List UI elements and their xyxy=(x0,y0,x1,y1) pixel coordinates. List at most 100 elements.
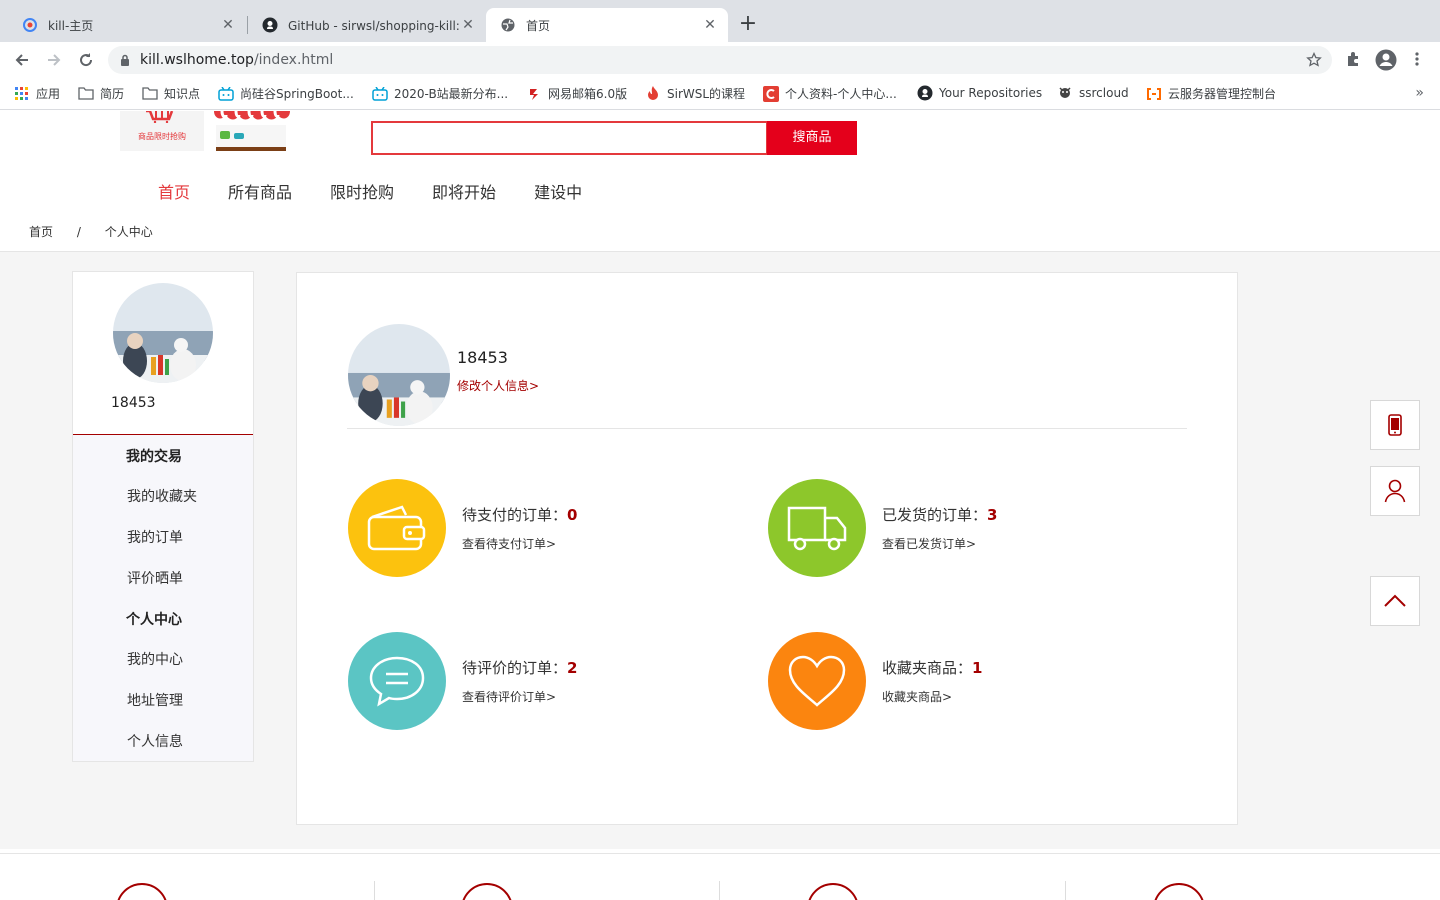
search-input[interactable] xyxy=(371,121,768,155)
lock-icon xyxy=(120,54,130,66)
bookmark-springboot[interactable]: 尚硅谷SpringBoot... xyxy=(218,85,354,102)
bilibili-icon xyxy=(372,86,388,102)
pending-payment-label: 待支付的订单：0 xyxy=(462,506,578,524)
github-icon xyxy=(262,17,278,33)
footer-service-icon xyxy=(807,883,859,900)
browser-tab-active[interactable]: 首页 ✕ xyxy=(486,8,728,42)
footer-separator xyxy=(374,881,375,900)
bilibili-icon xyxy=(218,86,234,102)
stat-pending-payment: 待支付的订单：0 查看待支付订单> xyxy=(348,479,708,579)
personal-center-card: 18453 修改个人信息> 待支付的订单：0 查看待支付订单> 已发货的订单：3… xyxy=(296,272,1238,825)
nav-item-coming-soon[interactable]: 即将开始 xyxy=(432,179,496,203)
nav-item-home[interactable]: 首页 xyxy=(158,179,190,203)
bookmark-label: 云服务器管理控制台 xyxy=(1168,87,1277,101)
browser-tab-kill-home[interactable]: kill-主页 ✕ xyxy=(8,8,246,42)
breadcrumb-current: 个人中心 xyxy=(104,225,153,239)
browser-tab-github[interactable]: GitHub - sirwsl/shopping-kill: 基 ✕ xyxy=(248,8,486,42)
footer-service-icon xyxy=(116,883,168,900)
bookmark-your-repositories[interactable]: Your Repositories xyxy=(917,85,1042,101)
view-pending-review-link[interactable]: 查看待评价订单> xyxy=(462,688,556,705)
close-icon[interactable]: ✕ xyxy=(220,17,236,33)
sidebar-item-reviews[interactable]: 评价晒单 xyxy=(127,568,307,588)
browser-toolbar: kill.wslhome.top/index.html xyxy=(0,42,1440,78)
bookmark-label: 应用 xyxy=(36,87,61,101)
comment-icon xyxy=(348,632,446,730)
kill-favicon-icon xyxy=(22,17,38,33)
bookmark-ssrcloud[interactable]: ssrcloud xyxy=(1057,85,1129,101)
nav-item-flash-sale[interactable]: 限时抢购 xyxy=(330,179,394,203)
favorites-label: 收藏夹商品：1 xyxy=(882,659,983,677)
menu-kebab-icon[interactable] xyxy=(1414,51,1420,71)
forward-arrow-icon[interactable] xyxy=(42,48,66,72)
bookmark-label: Your Repositories xyxy=(939,86,1043,100)
breadcrumb-home-link[interactable]: 首页 xyxy=(29,225,53,239)
bookmark-label: 尚硅谷SpringBoot... xyxy=(240,87,354,101)
bookmark-bilibili-distributed[interactable]: 2020-B站最新分布... xyxy=(372,85,508,102)
sidebar-item-favorites[interactable]: 我的收藏夹 xyxy=(127,486,307,506)
sidebar-item-my-center[interactable]: 我的中心 xyxy=(127,649,307,669)
bookmark-aliyun-console[interactable]: 云服务器管理控制台 xyxy=(1146,85,1276,102)
nav-item-under-construction[interactable]: 建设中 xyxy=(534,179,582,203)
folder-icon xyxy=(142,86,158,102)
footer-service-icon xyxy=(1153,883,1205,900)
aliyun-icon xyxy=(1146,86,1162,102)
profile-username: 18453 xyxy=(457,348,508,367)
sidebar-group-my-transactions: 我的交易 xyxy=(126,449,182,465)
shipped-label: 已发货的订单：3 xyxy=(882,506,998,524)
sidebar-item-personal-info[interactable]: 个人信息 xyxy=(127,731,307,751)
footer-service-icon xyxy=(461,883,513,900)
address-bar[interactable]: kill.wslhome.top/index.html xyxy=(108,46,1332,74)
bookmark-apps[interactable]: 应用 xyxy=(14,85,60,102)
stat-favorites: 收藏夹商品：1 收藏夹商品> xyxy=(768,632,1128,732)
view-pending-payment-link[interactable]: 查看待支付订单> xyxy=(462,535,556,552)
favorites-count: 1 xyxy=(972,659,983,677)
phone-icon[interactable] xyxy=(1370,400,1420,450)
breadcrumb-separator: / xyxy=(76,225,81,239)
bookmark-label: 简历 xyxy=(100,87,125,101)
url-path: /index.html xyxy=(253,52,334,68)
star-bookmark-icon[interactable] xyxy=(1306,51,1322,72)
bookmark-sirwsl-course[interactable]: SirWSL的课程 xyxy=(645,85,745,102)
extensions-puzzle-icon[interactable] xyxy=(1346,51,1362,71)
bookmarks-overflow-chevron-icon[interactable]: » xyxy=(1415,85,1424,101)
sidebar-item-my-orders[interactable]: 我的订单 xyxy=(127,527,307,547)
view-favorites-link[interactable]: 收藏夹商品> xyxy=(882,688,952,705)
bookmark-label: SirWSL的课程 xyxy=(667,87,746,101)
edit-profile-link[interactable]: 修改个人信息> xyxy=(457,377,539,394)
avatar xyxy=(348,324,450,426)
bookmark-profile-center[interactable]: 个人资料-个人中心... xyxy=(763,85,897,102)
bookmark-knowledge-folder[interactable]: 知识点 xyxy=(142,85,200,102)
shipped-count: 3 xyxy=(987,506,998,524)
back-to-top-icon[interactable] xyxy=(1370,576,1420,626)
user-sidebar: 18453 我的交易 我的收藏夹 我的订单 评价晒单 个人中心 我的中心 地址管… xyxy=(72,271,254,762)
apps-grid-icon xyxy=(14,86,30,102)
storefront-icon xyxy=(214,111,290,151)
tab-title: 首页 xyxy=(526,18,551,33)
bookmark-netease-mail[interactable]: 网易邮箱6.0版 xyxy=(526,85,627,102)
user-icon[interactable] xyxy=(1370,466,1420,516)
bookmark-label: ssrcloud xyxy=(1079,86,1129,100)
view-shipped-link[interactable]: 查看已发货订单> xyxy=(882,535,976,552)
web-page: 商品限时抢购 搜商品 首页 所有商品 限时抢购 即将开始 建设中 首页 / 个人… xyxy=(0,111,1440,900)
url-host: kill.wslhome.top xyxy=(140,52,254,68)
folder-icon xyxy=(78,86,94,102)
sidebar-group-personal-center: 个人中心 xyxy=(126,612,182,628)
close-icon[interactable]: ✕ xyxy=(702,17,718,33)
shopping-cart-icon xyxy=(146,111,174,123)
bookmark-resume-folder[interactable]: 简历 xyxy=(78,85,124,102)
close-icon[interactable]: ✕ xyxy=(460,17,476,33)
nav-item-all-products[interactable]: 所有商品 xyxy=(228,179,292,203)
back-arrow-icon[interactable] xyxy=(10,48,34,72)
new-tab-button[interactable]: + xyxy=(736,13,760,37)
wallet-icon xyxy=(348,479,446,577)
site-logo[interactable]: 商品限时抢购 xyxy=(120,111,204,151)
stat-shipped: 已发货的订单：3 查看已发货订单> xyxy=(768,479,1128,579)
profile-avatar-icon[interactable] xyxy=(1375,49,1397,75)
logo-text: 商品限时抢购 xyxy=(138,132,186,141)
sidebar-item-address[interactable]: 地址管理 xyxy=(127,690,307,710)
reload-icon[interactable] xyxy=(74,48,98,72)
globe-icon xyxy=(500,17,516,33)
bookmark-label: 知识点 xyxy=(164,87,201,101)
tab-title: kill-主页 xyxy=(48,18,94,33)
search-button[interactable]: 搜商品 xyxy=(767,121,857,155)
